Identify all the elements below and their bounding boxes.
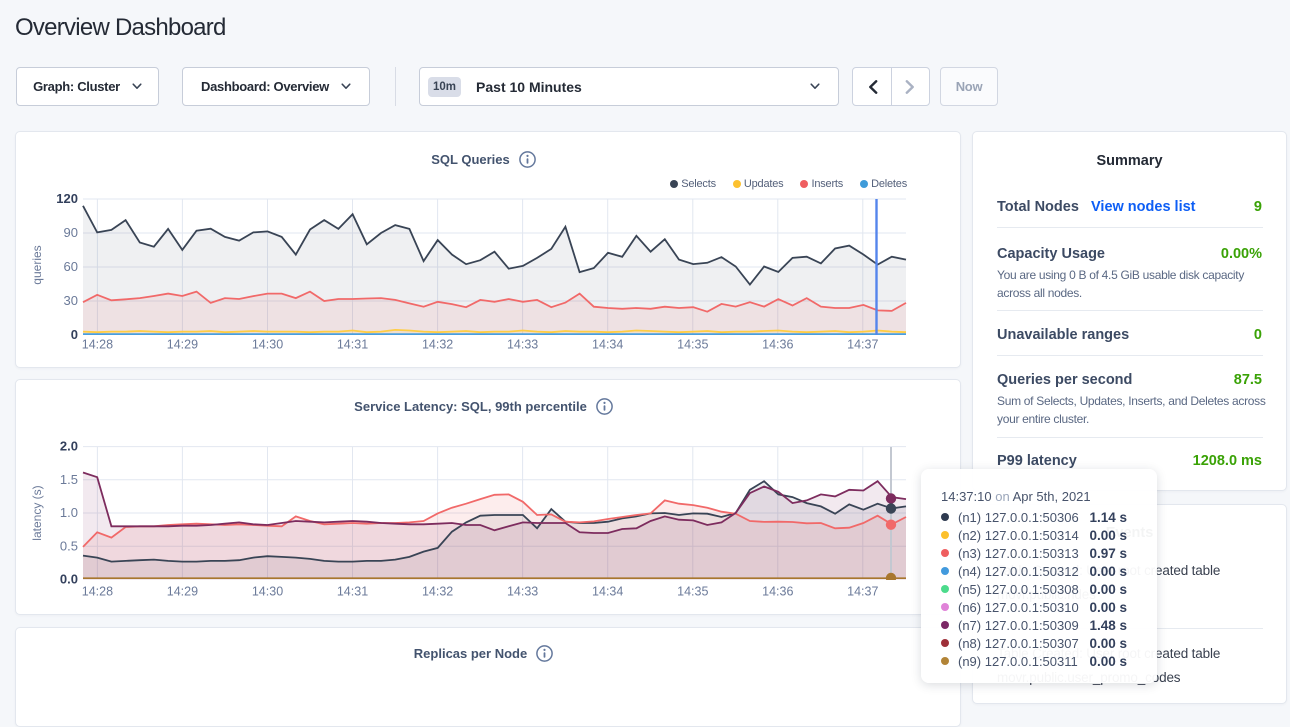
svg-text:14:37: 14:37: [847, 585, 878, 599]
svg-text:14:35: 14:35: [677, 585, 708, 599]
svg-text:14:33: 14:33: [507, 585, 538, 599]
svg-text:14:28: 14:28: [82, 585, 113, 599]
svg-text:0.5: 0.5: [60, 538, 78, 553]
svg-text:0.0: 0.0: [60, 572, 78, 587]
svg-text:14:36: 14:36: [762, 585, 793, 599]
svg-text:1.5: 1.5: [60, 472, 78, 487]
svg-text:14:32: 14:32: [422, 585, 453, 599]
svg-text:14:30: 14:30: [252, 585, 283, 599]
svg-text:14:29: 14:29: [167, 585, 198, 599]
svg-text:2.0: 2.0: [60, 439, 78, 454]
svg-text:latency (s): latency (s): [30, 485, 44, 540]
svg-text:1.0: 1.0: [60, 505, 78, 520]
svg-text:14:31: 14:31: [337, 585, 368, 599]
svg-text:14:34: 14:34: [592, 585, 623, 599]
